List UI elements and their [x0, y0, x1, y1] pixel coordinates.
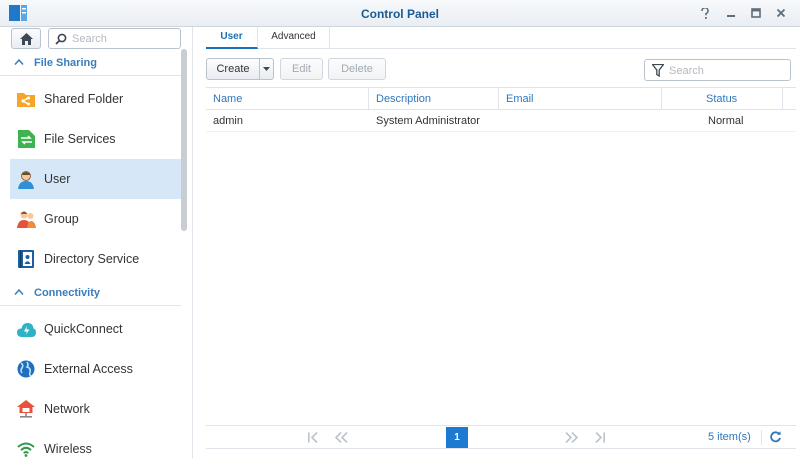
next-page-icon[interactable]	[564, 432, 578, 443]
cell-name: admin	[213, 115, 243, 127]
sidebar-item-label: Shared Folder	[44, 92, 124, 106]
edit-button[interactable]: Edit	[280, 58, 323, 80]
minimize-icon	[727, 15, 735, 17]
help-icon	[701, 7, 709, 19]
chevron-up-icon	[14, 288, 24, 295]
filter-input[interactable]	[669, 63, 787, 78]
minimize-button[interactable]	[722, 4, 740, 22]
sidebar-item-file-services[interactable]: File Services	[10, 119, 181, 159]
home-button[interactable]	[11, 28, 41, 49]
close-icon	[776, 8, 786, 18]
maximize-button[interactable]	[747, 4, 765, 22]
sidebar-item-label: File Services	[44, 132, 116, 146]
section-connectivity[interactable]: Connectivity	[0, 282, 181, 306]
sidebar-item-directory-service[interactable]: Directory Service	[10, 239, 181, 279]
item-count: 5 item(s)	[708, 431, 751, 443]
section-file-sharing[interactable]: File Sharing	[0, 52, 181, 76]
filter-icon	[652, 64, 664, 77]
sidebar-item-user[interactable]: User	[10, 159, 181, 199]
sidebar-item-label: External Access	[44, 362, 133, 376]
create-dropdown-button[interactable]	[259, 58, 274, 80]
section-label: File Sharing	[34, 57, 97, 69]
section-label: Connectivity	[34, 287, 101, 299]
column-header-description[interactable]: Description	[369, 88, 499, 110]
network-icon	[16, 399, 36, 419]
sidebar-search	[48, 28, 181, 49]
first-page-icon[interactable]	[307, 432, 319, 443]
column-header-status[interactable]: Status	[662, 88, 783, 110]
table-row[interactable]: admin System Administrator Normal	[206, 110, 796, 132]
search-icon	[55, 33, 67, 45]
file-services-icon	[16, 129, 36, 149]
sidebar-scrollbar[interactable]	[181, 49, 187, 231]
title-bar: Control Panel	[0, 0, 800, 27]
cell-status: Normal	[708, 115, 744, 127]
caret-down-icon	[263, 67, 270, 71]
tab-bar: User Advanced	[206, 27, 796, 49]
sidebar-item-wireless[interactable]: Wireless	[10, 429, 181, 458]
sidebar-item-label: Wireless	[44, 442, 92, 456]
window-title: Control Panel	[360, 7, 439, 21]
close-button[interactable]	[772, 4, 790, 22]
column-header-email[interactable]: Email	[499, 88, 662, 110]
create-button[interactable]: Create	[206, 58, 260, 80]
cell-description: System Administrator	[376, 115, 480, 127]
table-header: Name Description Email Status	[206, 87, 796, 110]
refresh-icon[interactable]	[769, 430, 782, 443]
sidebar-item-label: Network	[44, 402, 90, 416]
last-page-icon[interactable]	[594, 432, 606, 443]
sidebar-item-label: Group	[44, 212, 79, 226]
wireless-icon	[16, 439, 36, 458]
help-button[interactable]	[696, 4, 714, 22]
sidebar-item-quickconnect[interactable]: QuickConnect	[10, 309, 181, 349]
tab-user[interactable]: User	[206, 27, 258, 49]
shared-folder-icon	[16, 89, 36, 109]
previous-page-icon[interactable]	[335, 432, 349, 443]
column-header-name[interactable]: Name	[206, 88, 369, 110]
sidebar-item-group[interactable]: Group	[10, 199, 181, 239]
sidebar-item-label: Directory Service	[44, 252, 140, 266]
user-table: Name Description Email Status admin Syst…	[206, 87, 796, 427]
sidebar-item-label: QuickConnect	[44, 322, 123, 336]
home-icon	[19, 32, 33, 45]
sidebar-item-external-access[interactable]: External Access	[10, 349, 181, 389]
group-icon	[16, 209, 36, 229]
directory-service-icon	[16, 249, 36, 269]
sidebar-item-network[interactable]: Network	[10, 389, 181, 429]
sidebar-search-input[interactable]	[72, 31, 177, 46]
main-panel: User Advanced Create Edit Delete Name De…	[193, 27, 800, 458]
filter-search	[644, 59, 791, 81]
user-icon	[16, 169, 36, 189]
sidebar: File Sharing Shared Folder File Services…	[0, 27, 193, 458]
sidebar-item-label: User	[44, 172, 71, 186]
pagination-bar: 1 5 item(s)	[206, 425, 796, 449]
pager-divider	[761, 430, 762, 445]
quickconnect-icon	[16, 319, 36, 339]
chevron-up-icon	[14, 58, 24, 65]
tab-advanced[interactable]: Advanced	[258, 27, 330, 49]
maximize-icon	[751, 8, 761, 18]
current-page[interactable]: 1	[446, 427, 468, 448]
delete-button[interactable]: Delete	[328, 58, 386, 80]
external-access-icon	[16, 359, 36, 379]
sidebar-item-shared-folder[interactable]: Shared Folder	[10, 79, 181, 119]
